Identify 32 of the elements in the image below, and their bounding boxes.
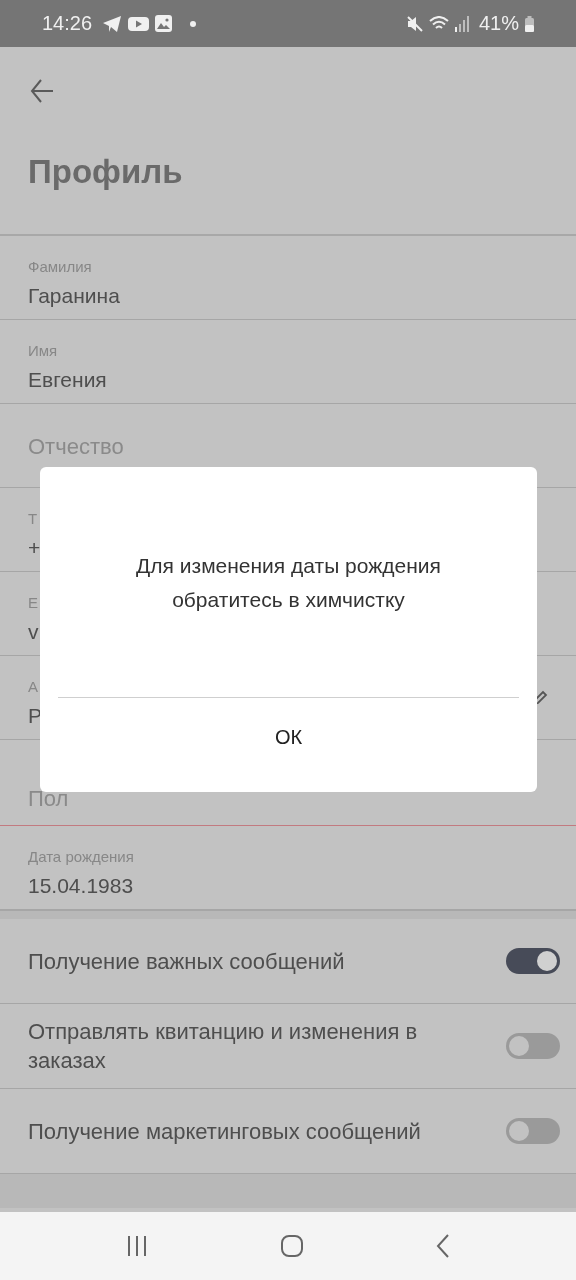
toggle-label: Отправлять квитанцию и изменения в заказах xyxy=(28,1018,419,1075)
toggle-label: Получение маркетинговых сообщений xyxy=(28,1117,421,1146)
dialog-message: Для изменения даты рождения обратитесь в химчистку xyxy=(135,553,442,613)
field-label: А xyxy=(28,678,38,697)
field-value[interactable]: v xyxy=(28,620,39,644)
field-value[interactable]: 15.04.1983 xyxy=(28,874,134,898)
toggle-switch[interactable] xyxy=(506,1118,560,1144)
paper-plane-icon xyxy=(102,14,123,33)
battery-percent: 41% xyxy=(478,12,519,35)
field-label: Е xyxy=(28,594,38,613)
field-label: Т xyxy=(28,510,38,529)
status-time: 14:26 xyxy=(42,12,93,35)
toggle-switch[interactable] xyxy=(506,1033,560,1059)
back-arrow-icon[interactable] xyxy=(30,77,54,105)
signal-icon xyxy=(454,15,469,32)
field-label: Дата рождения xyxy=(28,848,134,867)
mute-icon xyxy=(406,15,423,32)
dot-icon xyxy=(190,20,197,27)
field-value[interactable]: Евгения xyxy=(28,368,107,392)
toggle-switch[interactable] xyxy=(506,948,560,974)
battery-icon xyxy=(525,15,534,32)
field-label: Имя xyxy=(28,342,58,361)
field-label: Фамилия xyxy=(28,258,92,277)
back-icon[interactable] xyxy=(436,1234,450,1258)
image-icon xyxy=(155,15,173,32)
play-icon xyxy=(128,15,150,32)
field-value[interactable]: + xyxy=(28,536,41,560)
page-title: Профиль xyxy=(28,153,184,191)
recent-apps-icon[interactable] xyxy=(126,1236,148,1256)
field-value[interactable]: Гаранина xyxy=(28,284,120,308)
toggle-label: Получение важных сообщений xyxy=(28,947,345,976)
home-icon[interactable] xyxy=(280,1234,304,1258)
